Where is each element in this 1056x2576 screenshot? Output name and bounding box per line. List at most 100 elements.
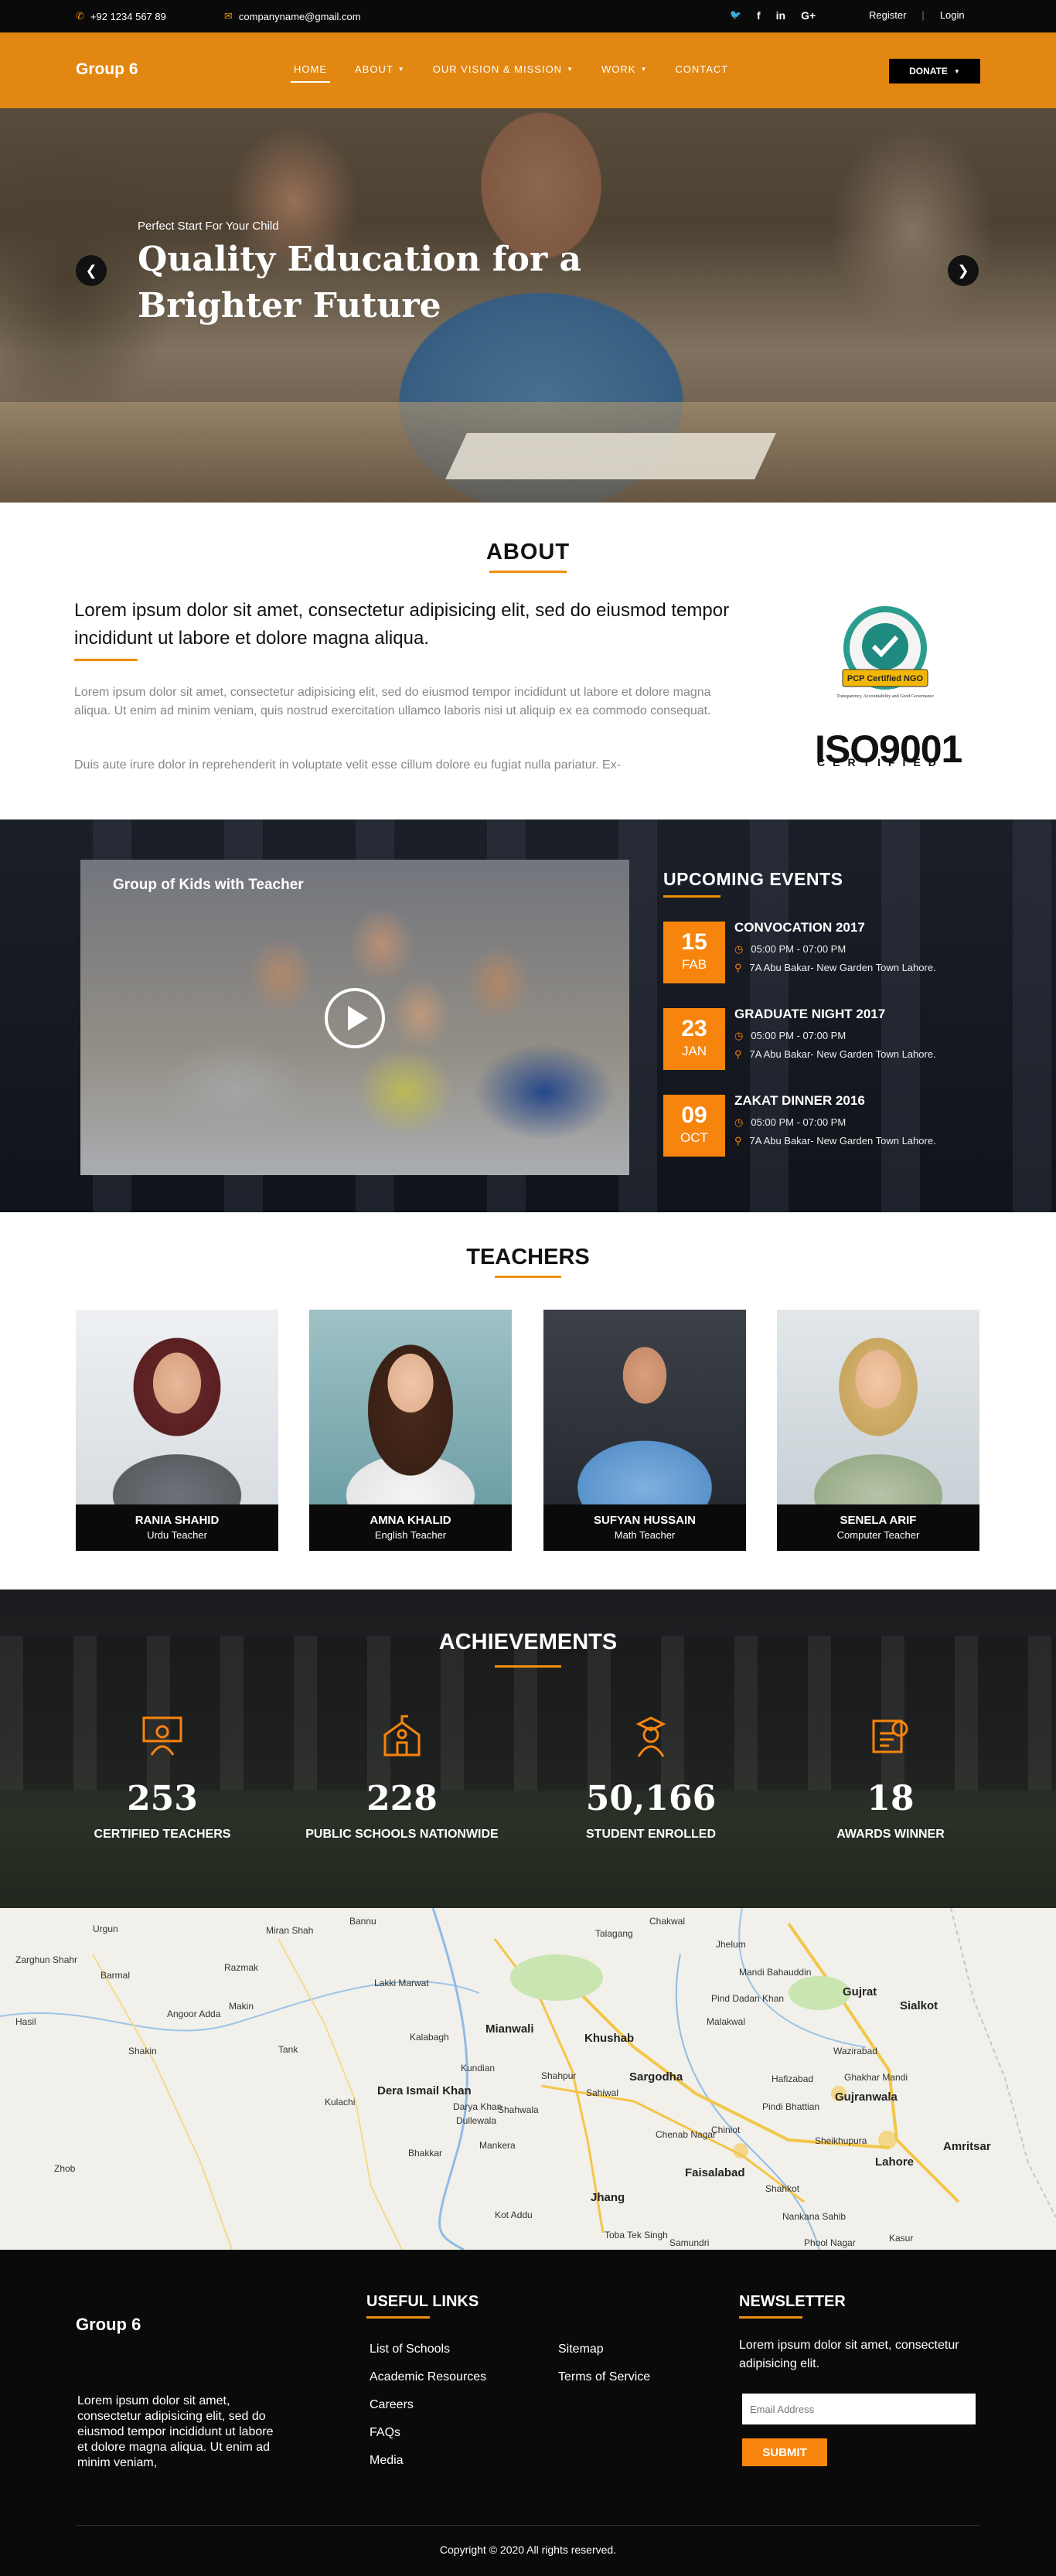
- login-link[interactable]: Login: [940, 9, 965, 21]
- events-section: Group of Kids with Teacher UPCOMING EVEN…: [0, 819, 1056, 1212]
- map-label: Gujranwala: [835, 2090, 898, 2104]
- teachers-heading: TEACHERS: [466, 1245, 590, 1269]
- map-label: Zarghun Shahr: [15, 1954, 78, 1965]
- topbar-phone[interactable]: ✆ +92 1234 567 89: [76, 10, 166, 22]
- teacher-card[interactable]: AMNA KHALID English Teacher: [309, 1310, 512, 1551]
- map-label: Samundri: [669, 2237, 710, 2248]
- stat-label: AWARDS WINNER: [836, 1828, 945, 1841]
- event-title: ZAKAT DINNER 2016: [734, 1093, 865, 1108]
- location-pin-icon: ⚲: [734, 1048, 742, 1060]
- map-label: Jhang: [591, 2191, 625, 2204]
- map-label: Dullewala: [456, 2115, 497, 2126]
- nav-item-about[interactable]: ABOUT ▼: [355, 63, 405, 75]
- linkedin-icon[interactable]: in: [776, 9, 785, 22]
- phone-text: +92 1234 567 89: [90, 10, 166, 22]
- caret-down-icon: ▼: [397, 66, 405, 73]
- map-label: Darya Khan: [453, 2101, 502, 2112]
- video-title: Group of Kids with Teacher: [113, 877, 304, 893]
- achievements-heading: ACHIEVEMENTS: [438, 1630, 618, 1654]
- topbar: ✆ +92 1234 567 89 ✉ companyname@gmail.co…: [0, 0, 1056, 32]
- certified-ngo-badge: PCP Certified NGO Transparency, Accounta…: [836, 606, 934, 699]
- phone-icon: ✆: [76, 10, 84, 22]
- map-label: Pind Dadan Khan: [711, 1993, 785, 2004]
- location-pin-icon: ⚲: [734, 962, 742, 973]
- facebook-icon[interactable]: f: [757, 9, 761, 22]
- slider-next-button[interactable]: ❯: [948, 255, 979, 286]
- nav-item-contact[interactable]: CONTACT: [675, 63, 728, 75]
- event-place-text: 7A Abu Bakar- New Garden Town Lahore.: [749, 1048, 936, 1060]
- teacher-photo: [309, 1310, 512, 1504]
- nav-item-work[interactable]: WORK ▼: [601, 63, 647, 75]
- teacher-role: Urdu Teacher: [147, 1529, 207, 1541]
- teacher-name: AMNA KHALID: [370, 1514, 451, 1527]
- envelope-icon: ✉: [224, 10, 233, 22]
- footer-link-careers[interactable]: Careers: [370, 2398, 414, 2412]
- map-label: Mandi Bahauddin: [739, 1967, 812, 1978]
- events-heading: UPCOMING EVENTS: [663, 869, 843, 889]
- teacher-card[interactable]: SUFYAN HUSSAIN Math Teacher: [543, 1310, 746, 1551]
- chevron-left-icon: ❮: [85, 262, 97, 278]
- main-nav: Group 6 HOME ABOUT ▼ OUR VISION & MISSION…: [0, 32, 1056, 108]
- event-time: ◷ 05:00 PM - 07:00 PM: [734, 1116, 846, 1129]
- event-place: ⚲ 7A Abu Bakar- New Garden Town Lahore.: [734, 1048, 936, 1061]
- donate-button[interactable]: DONATE ▼: [889, 59, 980, 83]
- footer-link-sitemap[interactable]: Sitemap: [558, 2343, 604, 2356]
- footer-link-schools[interactable]: List of Schools: [370, 2343, 450, 2356]
- footer-link-terms[interactable]: Terms of Service: [558, 2370, 650, 2384]
- newsletter-email-input[interactable]: [742, 2394, 976, 2424]
- event-month: FAB: [681, 957, 707, 972]
- teacher-card[interactable]: RANIA SHAHID Urdu Teacher: [76, 1310, 278, 1551]
- map-label: Shahpur: [541, 2070, 577, 2081]
- nav-item-home[interactable]: HOME: [291, 63, 330, 83]
- caret-down-icon: ▼: [640, 66, 648, 73]
- footer-link-faqs[interactable]: FAQs: [370, 2426, 400, 2440]
- teacher-name: SENELA ARIF: [840, 1514, 917, 1527]
- footer-link-media[interactable]: Media: [370, 2454, 404, 2468]
- teacher-photo: [777, 1310, 979, 1504]
- social-links: 🐦 f in G+: [730, 9, 816, 22]
- twitter-icon[interactable]: 🐦: [730, 9, 741, 22]
- map-label: Kalabagh: [410, 2032, 449, 2043]
- event-item[interactable]: 23 JAN GRADUATE NIGHT 2017 ◷ 05:00 PM - 07…: [663, 1007, 1003, 1070]
- nav-item-vision-mission[interactable]: OUR VISION & MISSION ▼: [433, 63, 574, 75]
- map-label: Angoor Adda: [167, 2009, 221, 2019]
- event-item[interactable]: 15 FAB CONVOCATION 2017 ◷ 05:00 PM - 07:00…: [663, 920, 1003, 983]
- useful-links-underline: [366, 2316, 430, 2319]
- footer-link-academic-resources[interactable]: Academic Resources: [370, 2370, 486, 2384]
- event-day: 09: [681, 1102, 707, 1128]
- map-label: Bhakkar: [408, 2148, 443, 2159]
- teacher-caption: RANIA SHAHID Urdu Teacher: [76, 1504, 278, 1551]
- about-heading: ABOUT: [485, 540, 571, 564]
- register-link[interactable]: Register: [869, 9, 906, 21]
- nav-item-label: HOME: [294, 63, 327, 75]
- achievements-section: ACHIEVEMENTS 253 CERTIFIED TEACHERS 228 …: [0, 1590, 1056, 1908]
- stat-value: 50,166: [585, 1779, 717, 1818]
- teacher-name: SUFYAN HUSSAIN: [594, 1514, 696, 1527]
- stat-awards-winner: 18 AWARDS WINNER: [790, 1713, 991, 1842]
- event-place-text: 7A Abu Bakar- New Garden Town Lahore.: [749, 962, 936, 973]
- slider-prev-button[interactable]: ❮: [76, 255, 107, 286]
- newsletter-submit-button[interactable]: SUBMIT: [742, 2438, 827, 2466]
- location-map[interactable]: Zarghun Shahr Urgun Miran Shah Bannu Tal…: [0, 1908, 1056, 2250]
- map-label: Dera Ismail Khan: [377, 2084, 472, 2097]
- student-icon: [635, 1716, 666, 1757]
- topbar-email[interactable]: ✉ companyname@gmail.com: [224, 10, 361, 22]
- school-building-icon: [383, 1715, 421, 1757]
- teacher-role: Math Teacher: [614, 1529, 676, 1541]
- event-date: 23 JAN: [663, 1008, 725, 1070]
- footer-about: Lorem ipsum dolor sit amet, consectetur …: [77, 2394, 274, 2469]
- stat-public-schools: 228 PUBLIC SCHOOLS NATIONWIDE: [301, 1713, 502, 1842]
- map-label: Razmak: [224, 1962, 259, 1973]
- teacher-caption: SUFYAN HUSSAIN Math Teacher: [543, 1504, 746, 1551]
- useful-links-heading: USEFUL LINKS: [366, 2293, 479, 2310]
- event-item[interactable]: 09 OCT ZAKAT DINNER 2016 ◷ 05:00 PM - 07:0…: [663, 1093, 1003, 1157]
- footer-logo[interactable]: Group 6: [76, 2315, 141, 2335]
- copyright-text: Copyright © 2020 All rights reserved.: [439, 2544, 617, 2556]
- award-certificate-icon: [872, 1719, 908, 1753]
- site-logo[interactable]: Group 6: [76, 60, 138, 79]
- about-heading-underline: [489, 571, 567, 573]
- teacher-card[interactable]: SENELA ARIF Computer Teacher: [777, 1310, 979, 1551]
- google-plus-icon[interactable]: G+: [801, 9, 816, 22]
- play-icon[interactable]: [325, 988, 385, 1048]
- video-player[interactable]: Group of Kids with Teacher: [80, 860, 629, 1175]
